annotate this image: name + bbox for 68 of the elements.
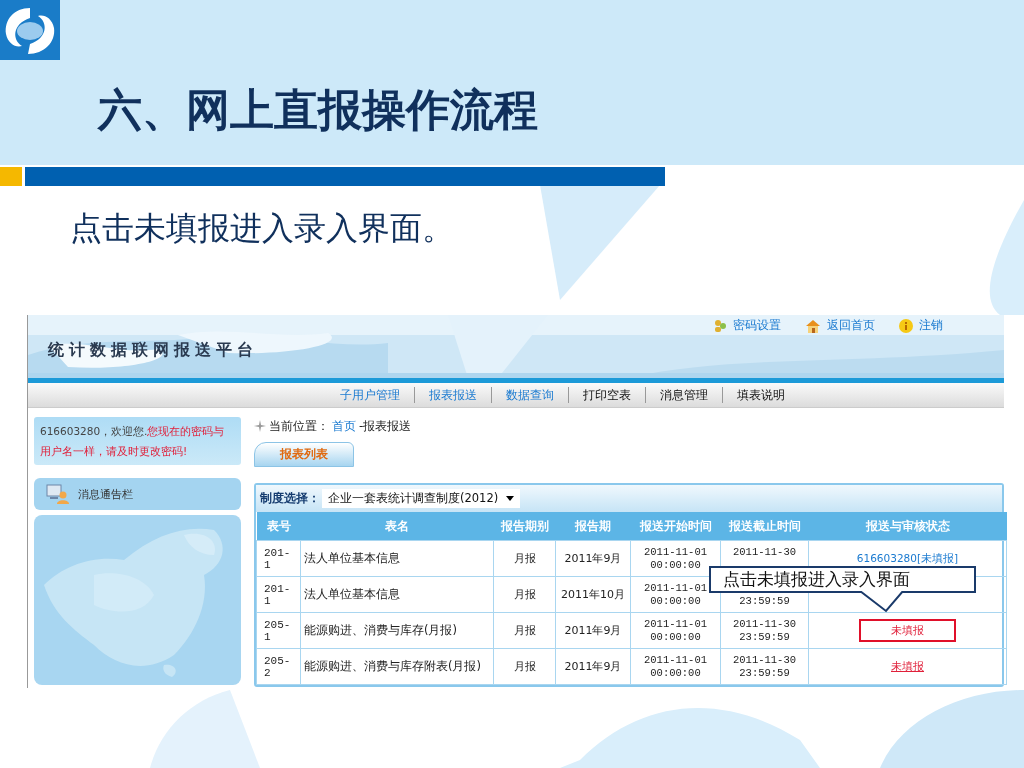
house-icon (805, 318, 821, 333)
table-cell: 201-1 (256, 540, 301, 577)
nav-link[interactable]: 打印空表 (569, 386, 645, 404)
people-icon (713, 318, 727, 333)
nav-link[interactable]: 子用户管理 (326, 386, 414, 404)
select-label: 制度选择： (260, 490, 320, 507)
table-cell: 能源购进、消费与库存附表(月报) (300, 648, 494, 685)
table-cell: 2011-11-30 (733, 545, 796, 558)
nav-link[interactable]: 数据查询 (492, 386, 568, 404)
table-cell: 23:59:59 (739, 594, 790, 607)
table-cell: 2011年10月 (555, 576, 631, 613)
column-header: 报告期别 (493, 512, 556, 541)
table-cell: 2011-11-01 (644, 653, 707, 666)
table-cell: 2011-11-01 (644, 545, 707, 558)
column-header: 报送与审核状态 (808, 512, 1007, 541)
home-link[interactable]: 首页 (332, 417, 356, 435)
info-icon (899, 318, 913, 333)
top-link[interactable]: 注销 (899, 317, 943, 334)
table-cell: 00:00:00 (650, 630, 701, 643)
table-cell: 00:00:00 (650, 594, 701, 607)
nav-link[interactable]: 消息管理 (646, 386, 722, 404)
column-header: 表名 (300, 512, 494, 541)
status-link[interactable]: 未填报 (859, 619, 956, 642)
status-link[interactable]: 未填报 (891, 660, 924, 673)
column-header: 报送截止时间 (720, 512, 809, 541)
tab[interactable]: 报表列表 (254, 442, 354, 467)
notice-title: 消息通告栏 (78, 486, 133, 502)
table-cell: 月报 (493, 540, 556, 577)
top-link[interactable]: 返回首页 (805, 317, 875, 334)
nav-link[interactable]: 填表说明 (723, 386, 799, 404)
table-cell: 能源购进、消费与库存(月报) (300, 612, 494, 649)
table-cell: 月报 (493, 648, 556, 685)
computer-user-icon (46, 483, 70, 505)
table-cell: 法人单位基本信息 (300, 540, 494, 577)
table-cell: 205-2 (256, 648, 301, 685)
callout-pointer (859, 591, 905, 613)
table-cell: 00:00:00 (650, 558, 701, 571)
table-cell: 2011年9月 (555, 648, 631, 685)
table-cell: 2011-11-30 (733, 653, 796, 666)
logo-icon (0, 0, 60, 60)
nav-link[interactable]: 报表报送 (415, 386, 491, 404)
caret-icon (506, 496, 515, 501)
status-link[interactable]: 616603280[未填报] (856, 552, 959, 565)
column-header: 表号 (256, 512, 301, 541)
table-cell: 00:00:00 (650, 666, 701, 679)
table-cell: 2011-11-01 (644, 581, 707, 594)
table-cell: 23:59:59 (739, 630, 790, 643)
sparkle-icon (254, 420, 266, 432)
platform-title: 统计数据联网报送平台 (48, 340, 258, 361)
system-dropdown[interactable]: 企业一套表统计调查制度(2012) (322, 489, 521, 508)
table-cell: 2011-11-30 (733, 617, 796, 630)
table-cell: 月报 (493, 576, 556, 613)
column-header: 报告期 (555, 512, 631, 541)
column-header: 报送开始时间 (630, 512, 721, 541)
table-cell: 2011-11-01 (644, 617, 707, 630)
table-cell: 201-1 (256, 576, 301, 613)
table-cell: 23:59:59 (739, 666, 790, 679)
slide-subtitle: 点击未填报进入录入界面。 (70, 208, 455, 248)
accent-square (0, 167, 22, 186)
table-cell: 2011年9月 (555, 540, 631, 577)
table-cell: 2011年9月 (555, 612, 631, 649)
table-cell: 205-1 (256, 612, 301, 649)
welcome-message: 616603280，欢迎您.您现在的密码与用户名一样，请及时更改密码! (34, 417, 241, 465)
table-cell: 月报 (493, 612, 556, 649)
table-cell: 法人单位基本信息 (300, 576, 494, 613)
slide-title: 六、网上直报操作流程 (98, 88, 538, 132)
top-link[interactable]: 密码设置 (713, 317, 781, 334)
breadcrumb: 当前位置： 首页 -报表报送 (254, 418, 1004, 434)
